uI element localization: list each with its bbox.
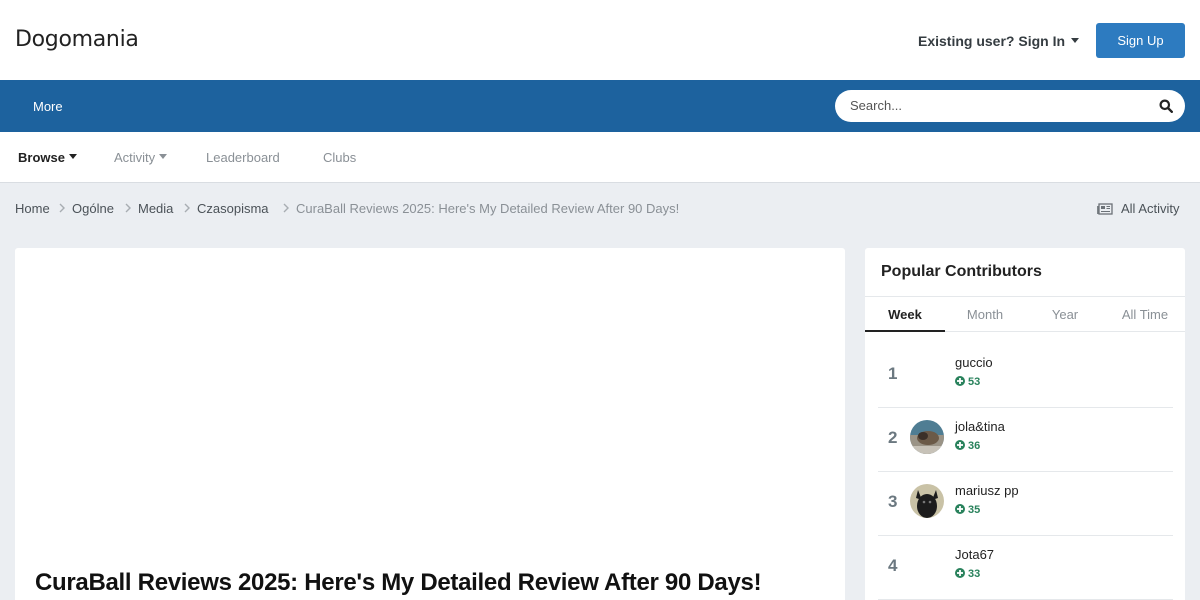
contributor-rank: 1	[888, 364, 898, 383]
tab-all-time[interactable]: All Time	[1105, 307, 1185, 322]
reputation-value: 36	[968, 440, 981, 452]
reputation-badge: 53	[955, 376, 980, 388]
main-content: CuraBall Reviews 2025: Here's My Detaile…	[15, 248, 845, 600]
avatar[interactable]	[910, 484, 944, 518]
contributor-name[interactable]: jola&tina	[955, 419, 1005, 434]
contributor-rank: 4	[888, 556, 898, 575]
chevron-right-icon	[59, 203, 65, 213]
avatar[interactable]	[910, 420, 944, 454]
reputation-badge: 35	[955, 504, 980, 516]
reputation-badge: 36	[955, 440, 980, 452]
site-header: Dogomania Existing user? Sign In Sign Up	[0, 0, 1200, 80]
sign-up-button[interactable]: Sign Up	[1096, 23, 1185, 58]
tab-week[interactable]: Week	[865, 307, 945, 322]
contributor-name[interactable]: guccio	[955, 355, 993, 370]
reputation-value: 33	[968, 568, 981, 580]
contributor-row: 3 mariusz pp 35	[878, 472, 1173, 536]
caret-down-icon	[68, 154, 77, 160]
nav-more-link[interactable]: More	[33, 99, 63, 114]
subnav-activity-label: Activity	[114, 150, 156, 165]
contributor-tabs: Week Month Year All Time	[865, 296, 1185, 332]
page-title: CuraBall Reviews 2025: Here's My Detaile…	[35, 569, 762, 596]
search-input[interactable]: Search...	[850, 98, 902, 113]
contributor-row: 4 Jota67 33	[878, 536, 1173, 600]
reputation-badge: 33	[955, 568, 980, 580]
tab-year[interactable]: Year	[1025, 307, 1105, 322]
contributor-name[interactable]: mariusz pp	[955, 483, 1019, 498]
site-logo[interactable]: Dogomania	[15, 27, 139, 52]
chevron-right-icon	[184, 203, 190, 213]
subnav-activity[interactable]: Activity	[114, 150, 168, 165]
search-box[interactable]: Search...	[835, 90, 1185, 122]
breadcrumb-czasopisma[interactable]: Czasopisma	[197, 201, 269, 216]
subnav-browse-label: Browse	[18, 150, 65, 165]
plus-circle-icon	[955, 568, 965, 579]
active-tab-indicator	[865, 330, 945, 332]
newspaper-icon	[1097, 202, 1113, 215]
caret-down-icon	[159, 154, 168, 160]
subnav-leaderboard[interactable]: Leaderboard	[206, 150, 280, 165]
plus-circle-icon	[955, 376, 965, 387]
breadcrumb-media[interactable]: Media	[138, 201, 173, 216]
all-activity-link[interactable]: All Activity	[1097, 201, 1180, 216]
dog-photo-avatar	[910, 484, 944, 518]
main-navbar: More Search...	[0, 80, 1200, 132]
tab-month[interactable]: Month	[945, 307, 1025, 322]
breadcrumb-ogolne[interactable]: Ogólne	[72, 201, 114, 216]
breadcrumb-current: CuraBall Reviews 2025: Here's My Detaile…	[296, 201, 680, 216]
secondary-nav: Browse Activity Leaderboard Clubs	[0, 132, 1200, 183]
contributor-row: 2 jola&tina 36	[878, 408, 1173, 472]
subnav-clubs[interactable]: Clubs	[323, 150, 356, 165]
contributor-rank: 2	[888, 428, 898, 447]
reputation-value: 35	[968, 504, 981, 516]
dog-photo-avatar	[910, 420, 944, 454]
plus-circle-icon	[955, 504, 965, 515]
sign-in-label: Existing user? Sign In	[918, 33, 1066, 49]
sign-in-link[interactable]: Existing user? Sign In	[918, 33, 1080, 49]
widget-title: Popular Contributors	[881, 263, 1042, 280]
search-icon[interactable]	[1159, 99, 1173, 113]
all-activity-label: All Activity	[1121, 201, 1180, 216]
breadcrumb-home[interactable]: Home	[15, 201, 50, 216]
chevron-right-icon	[283, 203, 289, 213]
popular-contributors-widget: Popular Contributors Week Month Year All…	[865, 248, 1185, 600]
reputation-value: 53	[968, 376, 981, 388]
contributor-row: 1 guccio 53	[878, 344, 1173, 408]
plus-circle-icon	[955, 440, 965, 451]
contributor-rank: 3	[888, 492, 898, 511]
chevron-right-icon	[125, 203, 131, 213]
contributor-name[interactable]: Jota67	[955, 547, 994, 562]
subnav-browse[interactable]: Browse	[18, 150, 77, 165]
caret-down-icon	[1071, 37, 1080, 43]
